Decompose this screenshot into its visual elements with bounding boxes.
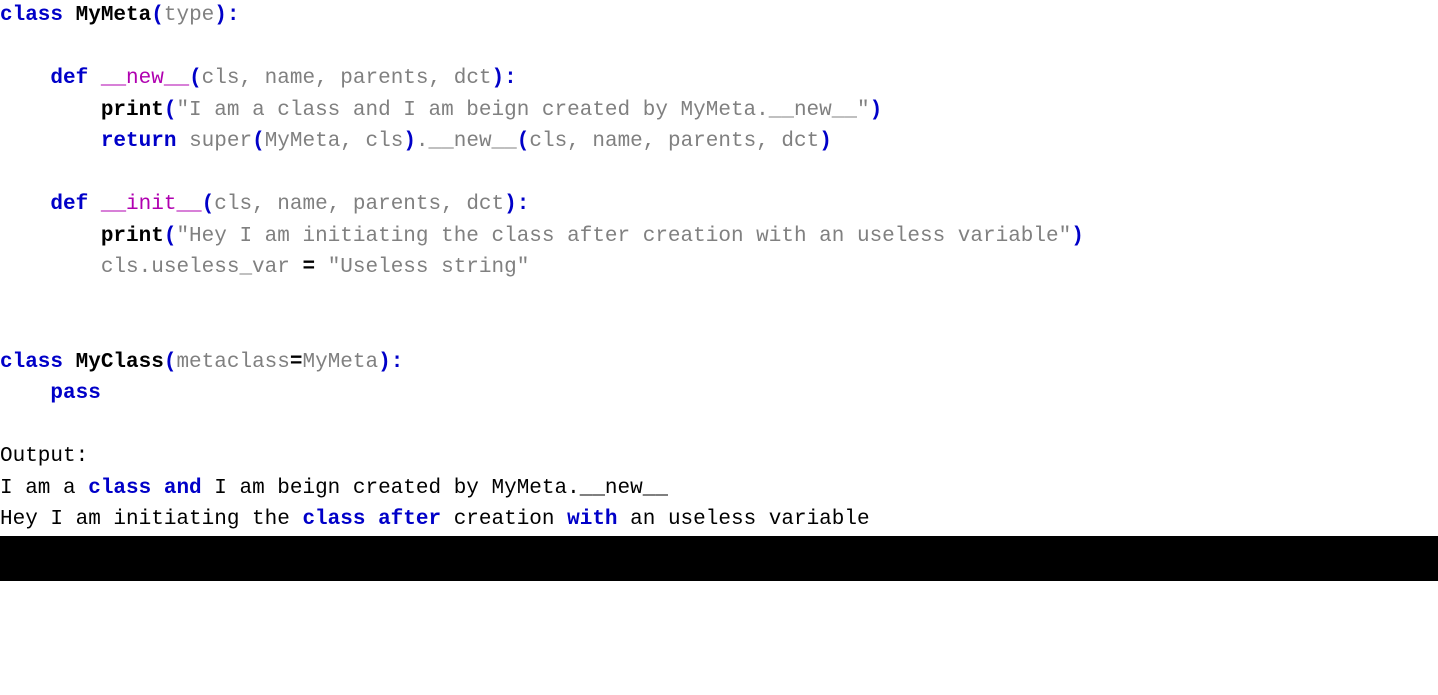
class-name: MyClass xyxy=(76,351,164,374)
keyword-class: class xyxy=(0,351,63,374)
output-keyword: with xyxy=(567,508,617,531)
output-text: I am a xyxy=(0,477,88,500)
output-text: Hey I am initiating the xyxy=(0,508,302,531)
params: cls, name, parents, dct xyxy=(202,67,492,90)
keyword-class: class xyxy=(0,4,63,27)
keyword-def: def xyxy=(50,67,88,90)
metaclass-val: MyMeta xyxy=(302,351,378,374)
output-text: creation xyxy=(441,508,567,531)
paren-open: ( xyxy=(189,67,202,90)
output-keyword: and xyxy=(164,477,202,500)
paren-open: ( xyxy=(164,225,177,248)
black-bar xyxy=(0,536,1438,581)
keyword-return: return xyxy=(101,130,177,153)
output-text: I am beign created by MyMeta.__new__ xyxy=(202,477,668,500)
paren-open: ( xyxy=(252,130,265,153)
paren-open: ( xyxy=(151,4,164,27)
paren-close: ) xyxy=(504,193,517,216)
paren-close: ) xyxy=(870,99,883,122)
paren-open: ( xyxy=(164,351,177,374)
output-keyword: after xyxy=(378,508,441,531)
keyword-pass: pass xyxy=(50,382,100,405)
paren-open: ( xyxy=(517,130,530,153)
assign-op: = xyxy=(290,351,303,374)
paren-close: ) xyxy=(492,67,505,90)
paren-close: ) xyxy=(214,4,227,27)
print-fn: print xyxy=(101,225,164,248)
paren-open: ( xyxy=(202,193,215,216)
paren-close: ) xyxy=(1071,225,1084,248)
output-keyword: class xyxy=(302,508,365,531)
paren-close: ) xyxy=(378,351,391,374)
class-name: MyMeta xyxy=(76,4,152,27)
string-literal: "Useless string" xyxy=(328,256,530,279)
code-block: class MyMeta(type): def __new__(cls, nam… xyxy=(0,0,1438,536)
assign-op: = xyxy=(302,256,315,279)
dot: . xyxy=(416,130,429,153)
params: cls, name, parents, dct xyxy=(214,193,504,216)
keyword-def: def xyxy=(50,193,88,216)
output-keyword: class xyxy=(88,477,151,500)
string-literal: "I am a class and I am beign created by … xyxy=(176,99,869,122)
string-literal: "Hey I am initiating the class after cre… xyxy=(176,225,1071,248)
output-text xyxy=(151,477,164,500)
output-text xyxy=(365,508,378,531)
paren-open: ( xyxy=(164,99,177,122)
super-fn: super xyxy=(189,130,252,153)
colon: : xyxy=(504,67,517,90)
paren-close: ) xyxy=(403,130,416,153)
metaclass-key: metaclass xyxy=(176,351,289,374)
base-class: type xyxy=(164,4,214,27)
colon: : xyxy=(391,351,404,374)
colon: : xyxy=(517,193,530,216)
args: MyMeta, cls xyxy=(265,130,404,153)
print-fn: print xyxy=(101,99,164,122)
lhs: cls.useless_var xyxy=(101,256,290,279)
paren-close: ) xyxy=(819,130,832,153)
output-text: an useless variable xyxy=(618,508,870,531)
dunder-attr: __new__ xyxy=(429,130,517,153)
colon: : xyxy=(227,4,240,27)
output-label: Output: xyxy=(0,445,88,468)
dunder-new: __new__ xyxy=(101,67,189,90)
args: cls, name, parents, dct xyxy=(529,130,819,153)
dunder-init: __init__ xyxy=(101,193,202,216)
